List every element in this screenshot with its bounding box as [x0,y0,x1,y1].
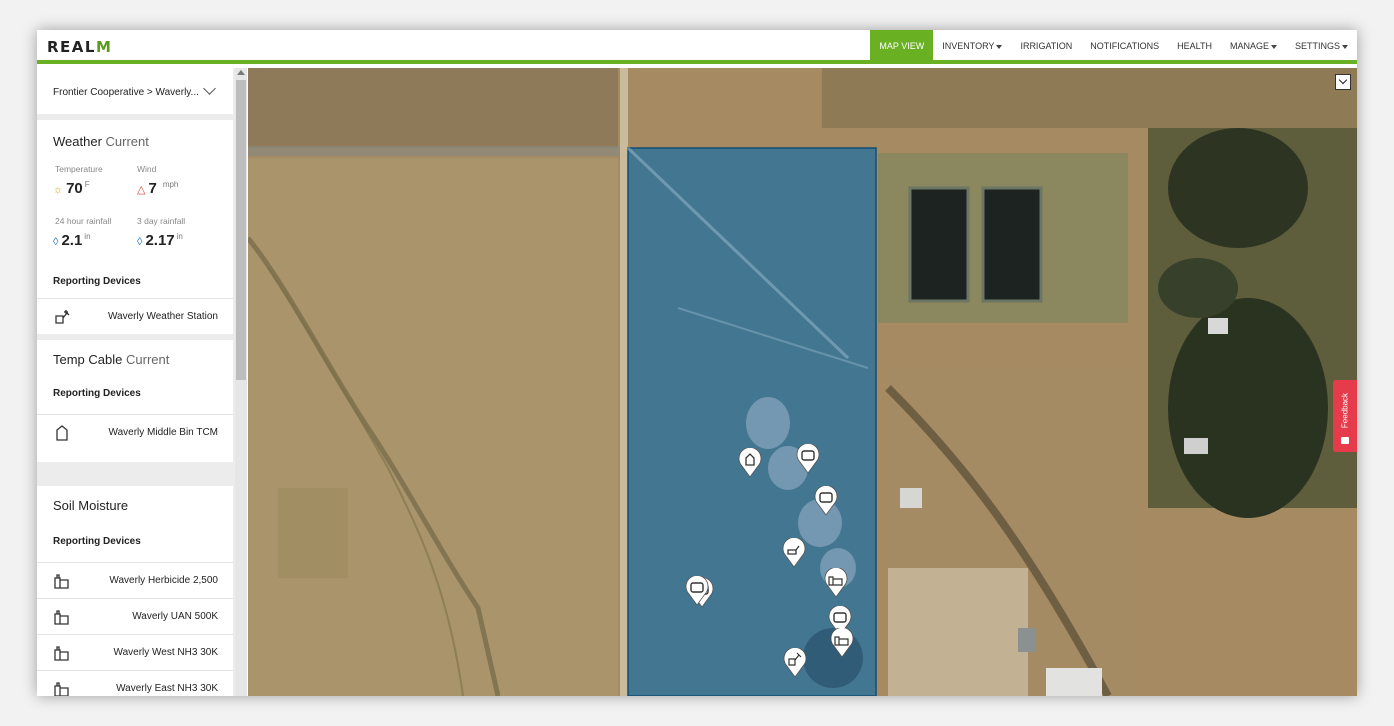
weather-title: Weather Current [53,134,149,149]
soil-moisture-title: Soil Moisture [53,498,129,513]
nav-map-view[interactable]: MAP VIEW [870,30,934,64]
tank-icon [54,646,69,661]
device-row-weather-station[interactable]: Waverly Weather Station [37,298,233,334]
nav-settings[interactable]: SETTINGS [1286,30,1357,64]
logo-accent: M [95,38,113,56]
temperature-label: Temperature [55,164,103,174]
tank-icon [54,574,69,589]
grain-bin-icon [56,425,68,441]
rain24-value: ◊ 2.1 in [53,232,91,249]
map-pin-monitor[interactable] [796,444,820,474]
caret-down-icon [1270,44,1277,49]
nav-label: SETTINGS [1294,41,1340,51]
weather-reporting-label: Reporting Devices [53,276,141,287]
map-pin-weather-station[interactable] [783,648,807,678]
tank-icon [54,610,69,625]
tank-icon [54,682,69,696]
temp-cable-reporting-label: Reporting Devices [53,388,141,399]
sidebar: Frontier Cooperative > Waverly... Weathe… [37,68,247,696]
temp-cable-title: Temp Cable Current [53,352,170,367]
raindrop-icon: ◊ [53,236,59,248]
device-row-herbicide[interactable]: Waverly Herbicide 2,500 [37,562,233,598]
chevron-down-icon [1338,75,1348,85]
nav-manage[interactable]: MANAGE [1221,30,1286,64]
nav-label: NOTIFICATIONS [1090,41,1160,51]
map-options-toggle[interactable] [1335,74,1351,90]
nav-label: IRRIGATION [1020,41,1073,51]
device-name: Waverly Weather Station [107,311,218,322]
sun-icon: ☼ [53,184,64,196]
nav-health[interactable]: HEALTH [1168,30,1221,64]
device-row-west-nh3[interactable]: Waverly West NH3 30K [37,634,233,670]
map-imagery [248,68,1357,696]
temperature-value: ☼ 70 F [53,180,90,197]
satellite-map[interactable]: Feedback [248,68,1357,696]
top-navigation-bar: REALM MAP VIEW INVENTORY IRRIGATION NOTIFIC… [37,30,1357,64]
nav-label: INVENTORY [942,41,995,51]
device-row-east-nh3[interactable]: Waverly East NH3 30K [37,670,233,696]
rain24-label: 24 hour rainfall [55,216,112,226]
sidebar-scroll-thumb[interactable] [236,80,246,380]
weather-station-icon [55,310,70,324]
rain3d-value: ◊ 2.17 in [137,232,183,249]
device-row-middle-bin[interactable]: Waverly Middle Bin TCM [37,414,233,450]
caret-down-icon [996,44,1003,49]
feedback-label: Feedback [1340,392,1350,429]
wind-direction-icon: △ [137,184,146,196]
device-name: Waverly Middle Bin TCM [108,427,218,438]
map-pin-grain-bin[interactable] [738,448,762,478]
scroll-up-arrow-icon[interactable] [237,70,245,75]
map-pin-tank[interactable] [830,628,854,658]
logo-text: REAL [47,38,96,56]
site-breadcrumb: Frontier Cooperative > Waverly... [53,87,199,98]
caret-down-icon [1342,44,1348,49]
realm-logo[interactable]: REALM [47,38,112,56]
nav-label: MANAGE [1229,41,1269,51]
map-pin-monitor[interactable] [685,576,709,606]
feedback-tab[interactable]: Feedback [1333,380,1357,452]
chevron-down-icon[interactable] [203,82,216,95]
map-pin-monitor[interactable] [814,486,838,516]
map-pin-pump[interactable] [782,538,806,568]
nav-notifications[interactable]: NOTIFICATIONS [1081,30,1168,64]
site-selector[interactable]: Frontier Cooperative > Waverly... [37,68,233,114]
device-name: Waverly Herbicide 2,500 [109,575,218,586]
device-name: Waverly East NH3 30K [116,683,218,694]
device-name: Waverly UAN 500K [132,611,218,622]
rain3d-label: 3 day rainfall [137,216,186,226]
feedback-icon [1341,437,1349,444]
map-pin-tank[interactable] [824,568,848,598]
nav-label: MAP VIEW [879,41,925,51]
device-row-uan[interactable]: Waverly UAN 500K [37,598,233,634]
wind-value: △ 7 mph [137,180,179,197]
wind-label: Wind [137,164,157,174]
weather-card: Weather Current Temperature Wind ☼ 70 F △ 7… [37,120,233,298]
soil-reporting-label: Reporting Devices [53,536,141,547]
main-nav: MAP VIEW INVENTORY IRRIGATION NOTIFICATIONS… [870,30,1357,64]
nav-inventory[interactable]: INVENTORY [933,30,1011,64]
nav-label: HEALTH [1177,41,1212,51]
nav-irrigation[interactable]: IRRIGATION [1011,30,1081,64]
device-name: Waverly West NH3 30K [113,647,218,658]
raindrop-icon: ◊ [137,236,143,248]
app-window: REALM MAP VIEW INVENTORY IRRIGATION NOTIFIC… [37,30,1357,696]
